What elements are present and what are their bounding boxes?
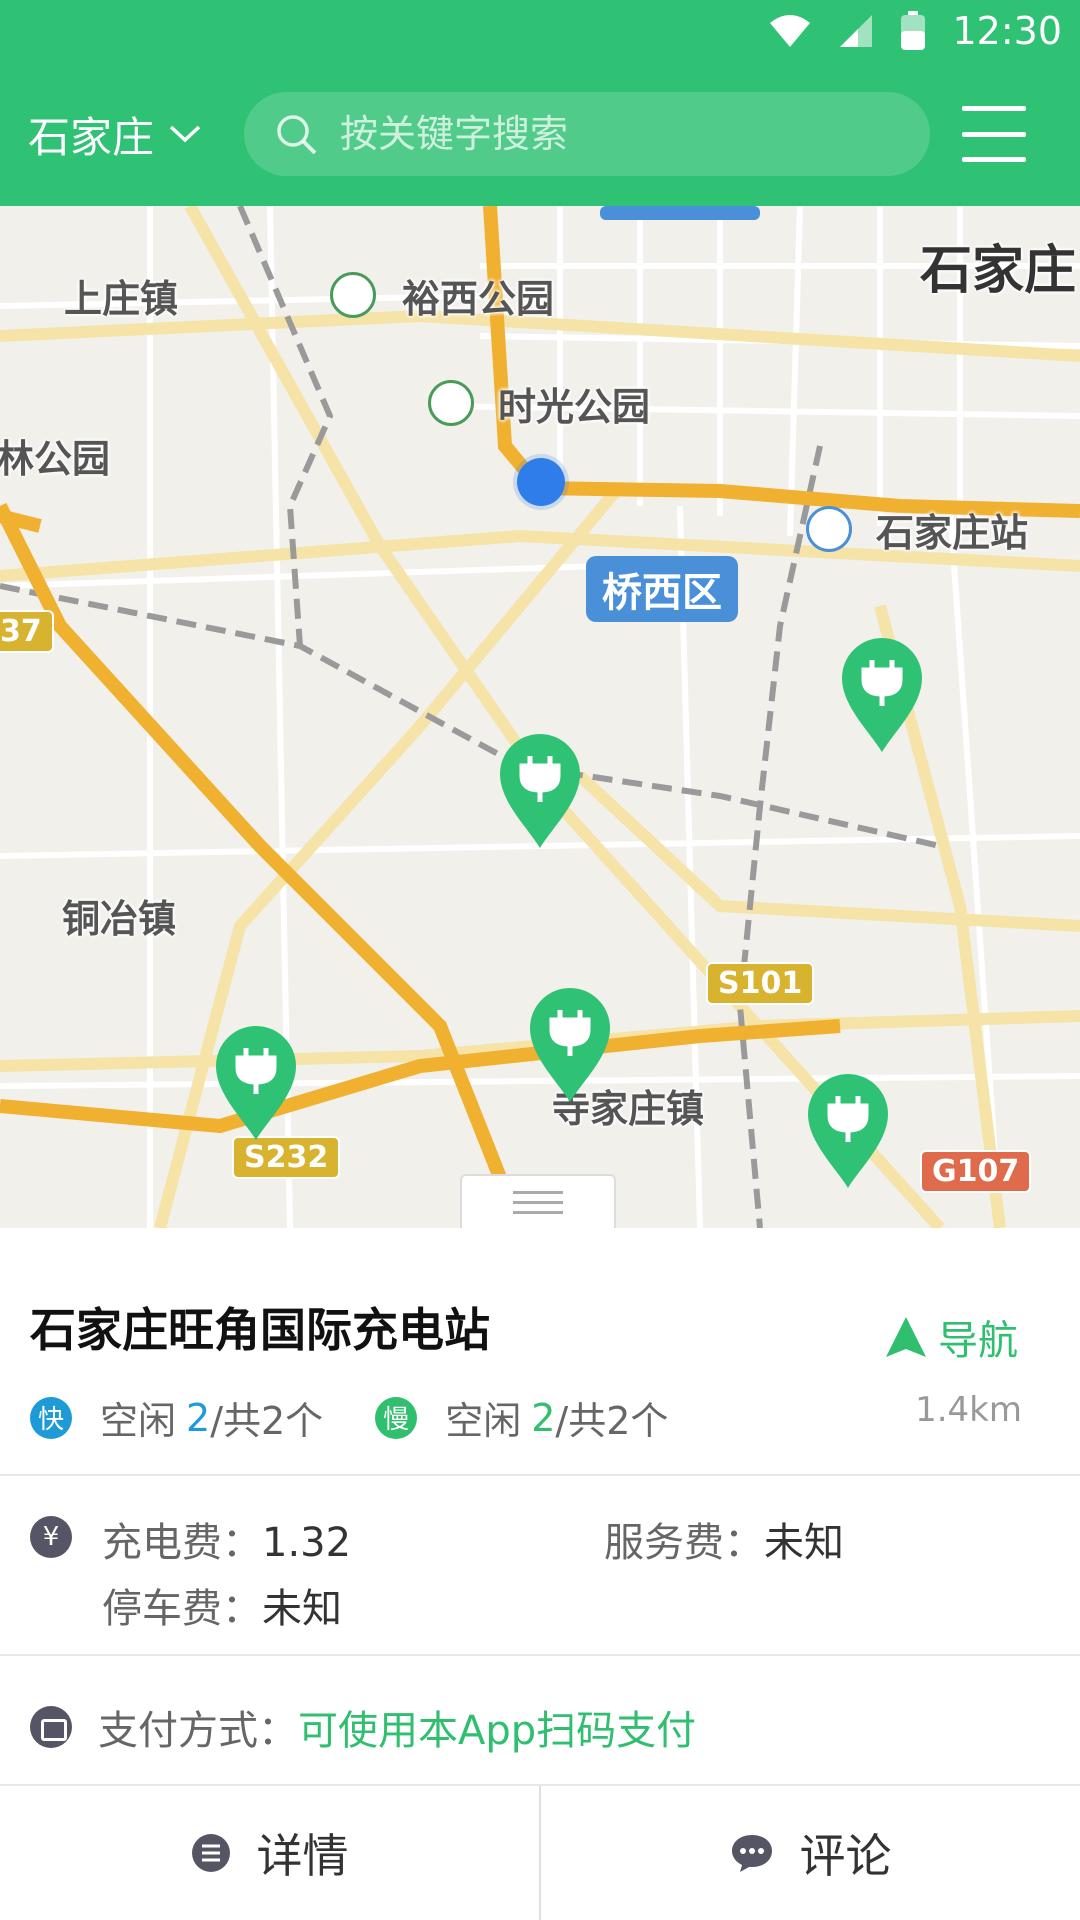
handle-line: [513, 1200, 563, 1204]
status-time: 12:30: [952, 9, 1062, 53]
yuan-icon: ¥: [30, 1516, 72, 1558]
navigate-button[interactable]: 导航: [884, 1308, 1018, 1366]
train-station-icon: [806, 506, 852, 552]
map-label-shangzhuang: 上庄镇: [64, 277, 179, 321]
slow-free-count: 2: [531, 1395, 556, 1440]
chevron-down-icon: [169, 125, 201, 143]
tab-details-label: 详情: [256, 1829, 349, 1883]
parking-fee-label: 停车费：: [102, 1586, 262, 1632]
comment-icon: [731, 1835, 772, 1872]
service-fee-label: 服务费：: [604, 1520, 764, 1566]
distance-label: 1.4km: [915, 1390, 1022, 1430]
divider: [0, 1654, 1080, 1656]
current-location-dot: [517, 458, 565, 506]
menu-bar: [962, 131, 1026, 137]
district-label: 桥西区: [586, 556, 738, 622]
road-shield-g107: G107: [920, 1150, 1032, 1193]
road-shield-s232: S232: [232, 1136, 341, 1179]
charge-fee: 充电费：1.32: [102, 1510, 351, 1568]
service-fee: 服务费：未知: [604, 1510, 844, 1568]
map-label-city: 石家庄: [920, 241, 1077, 301]
charge-fee-value: 1.32: [262, 1520, 352, 1566]
slow-free-label: 空闲: [445, 1399, 522, 1443]
list-icon: [191, 1834, 230, 1872]
navigate-label: 导航: [938, 1318, 1018, 1364]
menu-icon[interactable]: [962, 106, 1026, 162]
cell-signal-icon: [840, 15, 873, 47]
availability-row: 快 空闲 2 /共2个 慢 空闲 2 /共2个: [30, 1390, 668, 1445]
slow-charge-badge: 慢: [375, 1396, 418, 1439]
menu-bar: [962, 157, 1026, 162]
payment-value: 可使用本App扫码支付: [298, 1708, 697, 1754]
charging-station-pin[interactable]: [840, 636, 924, 754]
status-bar: 12:30: [0, 0, 1080, 62]
battery-icon: [901, 11, 926, 50]
slow-total: /共2个: [555, 1399, 669, 1443]
sheet-drag-handle[interactable]: [460, 1174, 616, 1228]
tab-comments-label: 评论: [799, 1829, 892, 1883]
map-view[interactable]: 石家庄 上庄镇 裕西公园 时光公园 林公园 石家庄站 桥西区 37 铜冶镇 S1…: [0, 206, 1080, 1228]
parking-fee-value: 未知: [262, 1586, 342, 1632]
app-header: 石家庄: [0, 62, 1080, 206]
fast-free-count: 2: [186, 1395, 211, 1440]
service-fee-value: 未知: [764, 1520, 844, 1566]
search-input[interactable]: [340, 104, 930, 164]
bottom-tab-bar: 详情 评论: [0, 1784, 1080, 1920]
charging-station-pin[interactable]: [498, 732, 582, 850]
fast-free-label: 空闲: [100, 1399, 177, 1443]
charge-fee-label: 充电费：: [102, 1520, 262, 1566]
charging-station-pin[interactable]: [214, 1024, 298, 1142]
park-icon: [330, 272, 376, 318]
map-label-shiguang-park: 时光公园: [498, 385, 651, 429]
station-name: 石家庄旺角国际充电站: [30, 1303, 490, 1357]
parking-fee: 停车费：未知: [102, 1576, 342, 1634]
handle-line: [513, 1190, 563, 1194]
navigation-arrow-icon: [886, 1317, 926, 1357]
charging-station-pin[interactable]: [806, 1072, 890, 1190]
road-shield-s101: S101: [706, 962, 815, 1005]
wallet-icon: [30, 1706, 72, 1748]
city-selector[interactable]: 石家庄: [28, 102, 202, 166]
map-label-yuxi-park: 裕西公园: [402, 277, 555, 321]
wifi-icon: [770, 15, 811, 47]
handle-line: [513, 1210, 563, 1214]
menu-bar: [962, 106, 1026, 111]
divider: [0, 1474, 1080, 1476]
fast-charge-badge: 快: [30, 1396, 72, 1439]
tab-details[interactable]: 详情: [0, 1786, 539, 1920]
road-shield-37: 37: [0, 610, 54, 653]
payment-row: 支付方式： 可使用本App扫码支付: [30, 1698, 696, 1756]
map-label-tongye: 铜冶镇: [62, 897, 177, 941]
map-label-station: 石家庄站: [876, 511, 1029, 555]
search-icon: [277, 115, 317, 155]
station-detail-sheet: 石家庄旺角国际充电站 导航 快 空闲 2 /共2个 慢 空闲 2 /共2个 1.…: [0, 1228, 1080, 1920]
fast-total: /共2个: [210, 1399, 324, 1443]
charging-station-pin[interactable]: [528, 986, 612, 1104]
search-box[interactable]: [244, 92, 930, 176]
tab-comments[interactable]: 评论: [539, 1786, 1080, 1920]
park-icon: [428, 380, 474, 426]
city-label: 石家庄: [28, 112, 155, 162]
map-label-lin-park: 林公园: [0, 437, 111, 481]
payment-label: 支付方式：: [98, 1708, 298, 1754]
status-icons: 12:30: [768, 8, 1062, 54]
